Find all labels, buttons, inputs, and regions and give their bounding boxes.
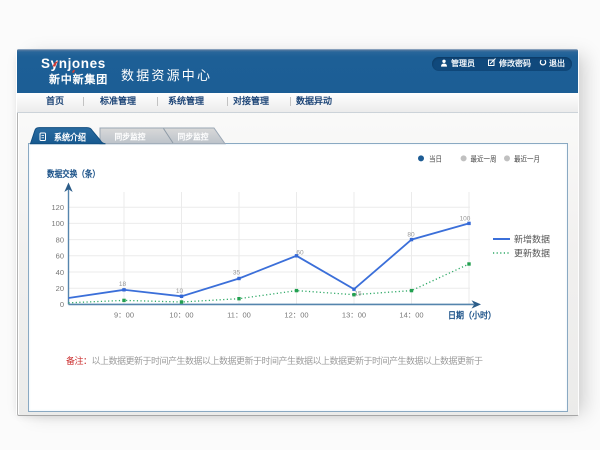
svg-text:同步监控: 同步监控 bbox=[115, 132, 146, 142]
svg-text:最近一周: 最近一周 bbox=[471, 153, 497, 163]
svg-text:更新数据: 更新数据 bbox=[514, 248, 550, 259]
svg-text:10: 10 bbox=[176, 288, 184, 295]
svg-text:新增数据: 新增数据 bbox=[514, 234, 550, 245]
svg-text:12：00: 12：00 bbox=[284, 311, 308, 320]
svg-text:系统介绍: 系统介绍 bbox=[54, 132, 86, 143]
svg-text:同步监控: 同步监控 bbox=[178, 132, 209, 142]
svg-text:40: 40 bbox=[56, 268, 64, 277]
svg-text:0: 0 bbox=[60, 300, 64, 309]
svg-text:最近一月: 最近一月 bbox=[514, 153, 540, 163]
svg-text:35: 35 bbox=[233, 270, 241, 277]
svg-text:100: 100 bbox=[51, 219, 64, 228]
svg-text:13：00: 13：00 bbox=[342, 311, 366, 320]
svg-text:60: 60 bbox=[56, 252, 64, 261]
svg-text:80: 80 bbox=[56, 235, 64, 244]
svg-text:10：00: 10：00 bbox=[169, 311, 193, 320]
svg-text:11：00: 11：00 bbox=[227, 311, 251, 320]
svg-text:当日: 当日 bbox=[429, 153, 442, 163]
svg-text:数据交换（条）: 数据交换（条） bbox=[47, 168, 100, 179]
svg-text:9：00: 9：00 bbox=[114, 311, 134, 320]
svg-text:14：00: 14：00 bbox=[399, 311, 423, 320]
svg-text:15: 15 bbox=[354, 291, 362, 298]
svg-text:20: 20 bbox=[56, 284, 64, 293]
svg-text:18: 18 bbox=[119, 281, 127, 288]
svg-text:120: 120 bbox=[51, 203, 64, 212]
svg-text:100: 100 bbox=[460, 216, 471, 223]
svg-text:日期（小时）: 日期（小时） bbox=[448, 310, 496, 321]
svg-text:60: 60 bbox=[296, 250, 304, 257]
svg-text:80: 80 bbox=[407, 232, 415, 239]
